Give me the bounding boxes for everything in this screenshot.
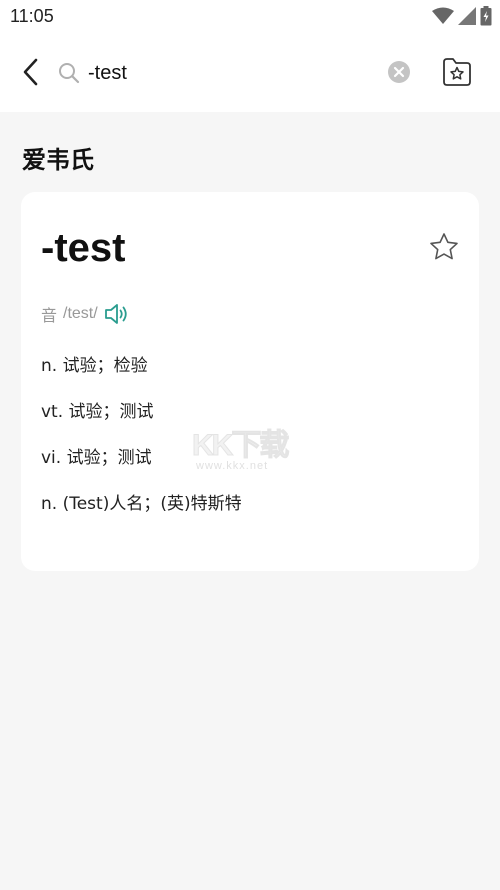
back-button[interactable]: [16, 56, 44, 88]
status-time: 11:05: [10, 6, 54, 26]
definition-item: n. (Test)人名；(英)特斯特: [41, 494, 242, 514]
wordbook-icon[interactable]: [441, 56, 473, 88]
clear-icon[interactable]: [387, 60, 411, 84]
star-icon[interactable]: [429, 232, 459, 262]
dictionary-name: 爱韦氏: [22, 146, 94, 174]
watermark-url: www.kkx.net: [196, 460, 269, 472]
back-arrow-icon: [23, 58, 38, 86]
watermark-logo: KK下载: [191, 429, 289, 463]
status-icons: [432, 6, 492, 26]
headword: -test: [41, 226, 126, 270]
status-bar: 11:05: [0, 0, 500, 34]
battery-icon: [480, 6, 492, 26]
definition-item: n. 试验；检验: [41, 356, 148, 376]
search-box[interactable]: [56, 50, 418, 96]
watermark: KK下载 www.kkx.net: [191, 420, 312, 476]
wifi-icon: [432, 7, 454, 24]
search-input[interactable]: [88, 61, 378, 85]
phonetic-text: /test/: [63, 305, 98, 322]
phonetic-label: 音: [41, 306, 58, 325]
phonetic-row: 音 /test/: [41, 302, 130, 326]
search-header: [0, 34, 500, 112]
signal-icon: [458, 7, 476, 25]
search-icon: [59, 63, 80, 84]
entry-card: -test 音 /test/ n. 试验；检验 vt. 试验；测试 vi. 试验…: [21, 192, 479, 571]
speaker-icon[interactable]: [104, 303, 130, 325]
